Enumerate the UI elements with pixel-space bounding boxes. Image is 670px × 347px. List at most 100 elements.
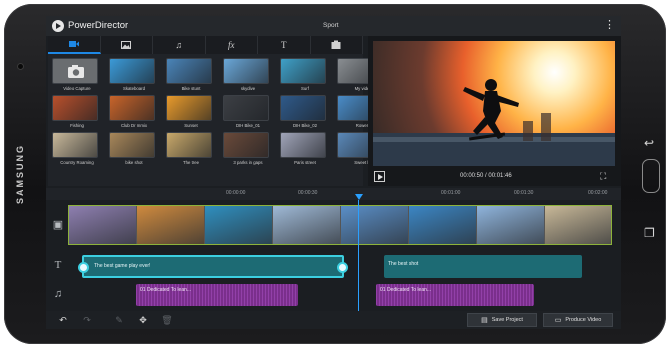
- recents-key-icon[interactable]: ❐: [644, 226, 655, 240]
- title-track-icon: T: [54, 259, 62, 271]
- trim-handle-right[interactable]: [337, 262, 348, 273]
- play-button[interactable]: [374, 171, 385, 182]
- preview-panel: 00:00:50 / 00:01:46 ⛶: [368, 36, 621, 186]
- redo-icon[interactable]: ↷: [80, 313, 94, 327]
- tab-video[interactable]: [48, 36, 101, 54]
- project-name: Sport: [323, 22, 339, 29]
- video-clip-thumbnail[interactable]: [341, 206, 409, 244]
- tab-effects[interactable]: fx: [206, 36, 258, 54]
- home-button[interactable]: [642, 159, 660, 193]
- undo-icon[interactable]: ↶: [56, 313, 70, 327]
- move-icon[interactable]: ✥: [136, 313, 150, 327]
- media-item[interactable]: Bike stunt: [166, 58, 216, 91]
- media-item[interactable]: skydive: [223, 58, 273, 91]
- skateboarder-image: [373, 79, 615, 166]
- media-item[interactable]: DIH Bike_02: [280, 95, 330, 128]
- title-clip-text: The best shot: [388, 261, 419, 267]
- media-thumbnail: [280, 58, 326, 84]
- media-item-label: Sunset: [184, 123, 198, 128]
- tab-overlay[interactable]: [311, 36, 363, 54]
- media-item-label: Bike stunt: [181, 86, 201, 91]
- video-clip-thumbnail[interactable]: [545, 206, 611, 244]
- video-track-icon: ▣: [52, 219, 64, 231]
- tab-music[interactable]: ♫: [153, 36, 206, 54]
- media-item-label: Fishing: [70, 123, 84, 128]
- media-item-label: Surf: [301, 86, 309, 91]
- audio-clip[interactable]: 01 Dedicated To lean...: [136, 284, 298, 306]
- audio-clip[interactable]: 01 Dedicated To lean...: [376, 284, 534, 306]
- media-item[interactable]: Video Capture: [52, 58, 102, 91]
- media-item[interactable]: Club Dr mmix: [109, 95, 159, 128]
- video-clip-thumbnail[interactable]: [477, 206, 545, 244]
- playback-timecode: 00:00:50 / 00:01:46: [460, 173, 512, 179]
- media-item[interactable]: Surf: [280, 58, 330, 91]
- media-item-label: Skateboard: [123, 86, 145, 91]
- timeline-ruler[interactable]: 00:00:00 00:00:30 00:01:00 00:01:30 00:0…: [46, 188, 621, 200]
- app-screen: PowerDirector Sport ⋮ ♫ fx T Video Captu…: [46, 16, 621, 329]
- back-key-icon[interactable]: ↩: [644, 136, 654, 150]
- fx-icon: fx: [228, 40, 235, 50]
- more-vertical-icon[interactable]: ⋮: [604, 19, 615, 31]
- media-item[interactable]: Skateboard: [109, 58, 159, 91]
- delete-icon[interactable]: 🗑: [160, 313, 174, 327]
- camera-capture-thumbnail: [52, 58, 98, 84]
- produce-video-button[interactable]: ▭ Produce Video: [543, 313, 613, 327]
- media-thumbnail: [166, 95, 212, 121]
- media-item[interactable]: The tree: [166, 132, 216, 165]
- app-title: PowerDirector: [68, 20, 129, 31]
- ruler-tick: 00:00:00: [226, 190, 246, 196]
- ruler-tick: 00:00:30: [298, 190, 318, 196]
- camera-icon: [68, 65, 84, 78]
- media-item[interactable]: Sunset: [166, 95, 216, 128]
- media-item[interactable]: 3 parks in gaps: [223, 132, 273, 165]
- video-clip-thumbnail[interactable]: [137, 206, 205, 244]
- music-note-icon: ♫: [175, 40, 183, 50]
- media-item[interactable]: Paris street: [280, 132, 330, 165]
- app-logo-icon: [52, 20, 64, 32]
- video-clip-thumbnail[interactable]: [273, 206, 341, 244]
- media-thumbnail: [52, 132, 98, 158]
- front-camera: [18, 64, 23, 69]
- video-track[interactable]: [68, 205, 612, 245]
- media-item[interactable]: bike shot: [109, 132, 159, 165]
- edit-pen-icon[interactable]: ✎: [112, 313, 126, 327]
- video-clip-thumbnail[interactable]: [69, 206, 137, 244]
- bottom-toolbar: ↶ ↷ ✎ ✥ 🗑 ▤ Save Project ▭ Produce Video: [46, 311, 621, 329]
- media-item[interactable]: DIH Bike_01: [223, 95, 273, 128]
- media-item-label: 3 parks in gaps: [233, 160, 263, 165]
- media-item-label: Paris street: [294, 160, 316, 165]
- library-tabs: ♫ fx T: [48, 36, 363, 54]
- tab-title[interactable]: T: [258, 36, 311, 54]
- video-clip-thumbnail[interactable]: [409, 206, 477, 244]
- save-icon: ▤: [481, 317, 488, 324]
- brand-logo: SAMSUNG: [15, 143, 25, 205]
- media-thumbnail: [166, 132, 212, 158]
- audio-clip-text: 01 Dedicated To lean...: [140, 287, 192, 293]
- title-clip[interactable]: The best shot: [384, 255, 582, 278]
- media-thumbnail: [223, 132, 269, 158]
- produce-icon: ▭: [554, 317, 562, 324]
- media-thumbnail: [109, 95, 155, 121]
- save-project-button[interactable]: ▤ Save Project: [467, 313, 537, 327]
- text-icon: T: [281, 40, 287, 50]
- playhead-marker[interactable]: [355, 194, 363, 200]
- photo-icon: [121, 41, 132, 49]
- overlay-icon: [331, 40, 341, 49]
- preview-video: [373, 41, 615, 166]
- trim-handle-left[interactable]: [78, 262, 89, 273]
- video-camera-icon: [68, 41, 79, 47]
- media-item[interactable]: Country Roaming: [52, 132, 102, 165]
- audio-clip-text: 01 Dedicated To lean...: [380, 287, 432, 293]
- media-item[interactable]: Fishing: [52, 95, 102, 128]
- title-clip-selected[interactable]: The best game play ever!: [78, 255, 348, 278]
- video-clip-thumbnail[interactable]: [205, 206, 273, 244]
- media-thumbnail: [223, 95, 269, 121]
- media-item-label: The tree: [182, 160, 199, 165]
- fullscreen-icon[interactable]: ⛶: [600, 171, 612, 182]
- title-bar: PowerDirector Sport ⋮: [46, 16, 621, 36]
- media-thumbnail: [109, 132, 155, 158]
- media-item-label: DIH Bike_02: [292, 123, 318, 128]
- tab-photo[interactable]: [101, 36, 153, 54]
- media-item-label: DIH Bike_01: [235, 123, 261, 128]
- media-item-label: bike shot: [125, 160, 143, 165]
